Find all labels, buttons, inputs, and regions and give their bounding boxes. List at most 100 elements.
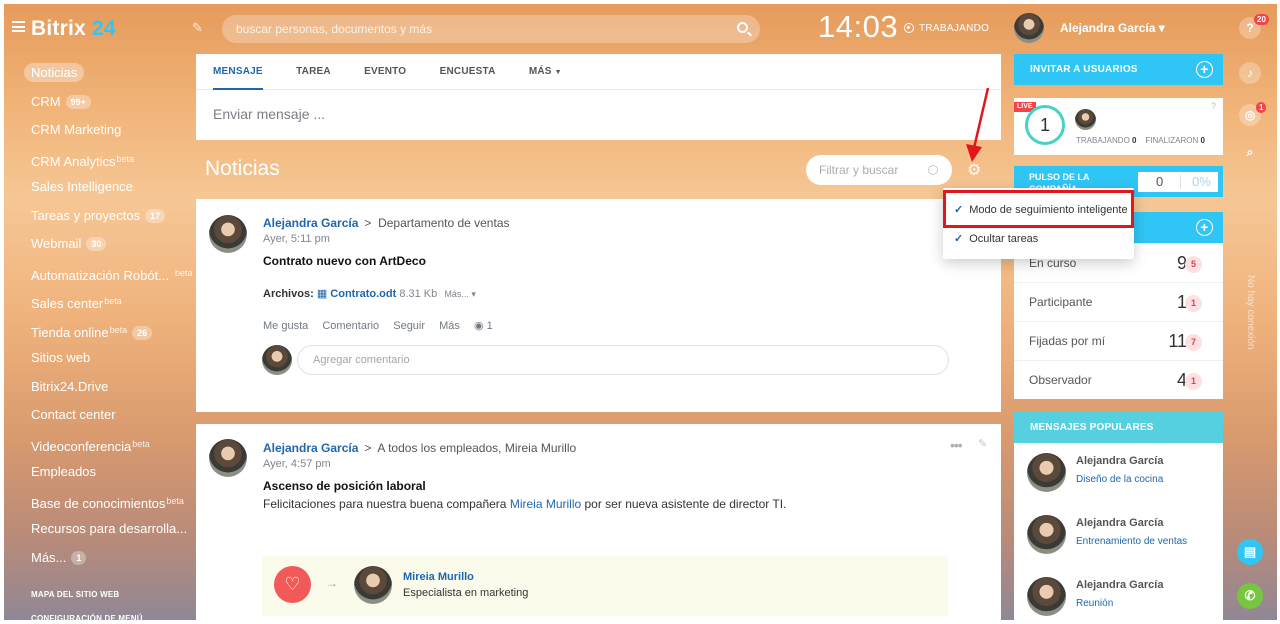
file-link[interactable]: Contrato.odt (330, 288, 396, 300)
heart-icon: ♡ (274, 566, 311, 603)
recipient-avatar[interactable] (354, 566, 392, 604)
help-icon[interactable]: ? (1211, 101, 1216, 111)
message-input[interactable]: Enviar mensaje ... (196, 90, 1001, 138)
edit-icon[interactable]: ✎ (192, 20, 203, 36)
post-date: Ayer, 4:57 pm (263, 458, 331, 470)
popular-item[interactable]: Alejandra García Diseño de la cocina (1014, 443, 1223, 505)
menu-item-empleados[interactable]: Empleados (24, 458, 194, 487)
menu-item-tienda[interactable]: Tienda onlinebeta 26 (24, 316, 194, 345)
menu-item-automatizacion[interactable]: Automatización Robót... beta (24, 259, 194, 288)
post-destination: > A todos los empleados, Mireia Murillo (364, 441, 577, 455)
live-counter[interactable]: 1 (1025, 105, 1065, 145)
post-author[interactable]: Alejandra García > Departamento de ventas (263, 216, 510, 230)
chat-badge: 1 (1256, 102, 1267, 113)
tab-tarea[interactable]: TAREA (296, 54, 331, 90)
menu-item-videoconferencia[interactable]: Videoconferenciabeta (24, 430, 194, 459)
menu-item-sales-intelligence[interactable]: Sales Intelligence (24, 173, 194, 202)
working-stats: TRABAJANDO 0 FINALIZARON 0 (1076, 136, 1205, 145)
task-row-observador[interactable]: Observador 4 1 (1014, 360, 1223, 399)
follow-button[interactable]: Seguir (393, 320, 425, 332)
post-files: Archivos: ▦ Contrato.odt 8.31 Kb Más... … (263, 288, 476, 300)
document-icon[interactable]: ▤ (1237, 539, 1263, 565)
popular-header: MENSAJES POPULARES (1014, 412, 1223, 443)
counter-badge: 30 (86, 237, 107, 251)
feed-post: Alejandra García > Departamento de ventas… (196, 199, 1001, 412)
task-row-fijadas[interactable]: Fijadas por mí 11 7 (1014, 321, 1223, 360)
menu-item-sitios[interactable]: Sitios web (24, 344, 194, 373)
menu-item-recursos[interactable]: Recursos para desarrolla... (24, 515, 194, 544)
menu-icon[interactable] (12, 21, 25, 32)
file-icon: ▦ (316, 288, 328, 300)
popular-item[interactable]: Alejandra García Entrenamiento de ventas (1014, 505, 1223, 567)
more-button[interactable]: Más (439, 320, 460, 332)
menu-item-mas[interactable]: Más... 1 (24, 544, 194, 573)
menu-item-crm-analytics[interactable]: CRM Analyticsbeta (24, 145, 194, 174)
menu-item-drive[interactable]: Bitrix24.Drive (24, 373, 194, 402)
arrow-right-icon: → (326, 576, 338, 590)
gratitude-block: ♡ → Mireia Murillo Especialista en marke… (262, 556, 948, 616)
menu-config-link[interactable]: CONFIGURACIÓN DE MENÚ (31, 614, 143, 623)
post-composer: MENSAJE TAREA EVENTO ENCUESTA MÁS ▼ Envi… (196, 54, 1001, 140)
post-title: Ascenso de posición laboral (263, 479, 426, 493)
logo[interactable]: Bitrix 24 (31, 17, 116, 41)
tab-mas[interactable]: MÁS ▼ (529, 54, 562, 91)
counter-badge: 1 (71, 550, 87, 565)
user-avatar[interactable] (1014, 13, 1044, 43)
sitemap-link[interactable]: MAPA DEL SITIO WEB (31, 590, 119, 599)
highlight-box (943, 190, 1134, 228)
pin-icon[interactable]: ✎ (978, 437, 987, 450)
menu-item-webmail[interactable]: Webmail 30 (24, 230, 194, 259)
search-icon[interactable] (737, 22, 748, 33)
search-placeholder: buscar personas, documentos y más (236, 22, 433, 36)
tab-mensaje[interactable]: MENSAJE (213, 54, 263, 90)
search-input[interactable]: buscar personas, documentos y más (222, 15, 760, 43)
composer-tabs: MENSAJE TAREA EVENTO ENCUESTA MÁS ▼ (196, 54, 1001, 90)
counter-badge: 26 (132, 325, 153, 340)
post-destination: > Departamento de ventas (364, 216, 510, 230)
comment-button[interactable]: Comentario (322, 320, 379, 332)
recipient-name[interactable]: Mireia Murillo (403, 571, 474, 583)
popular-item[interactable]: Alejandra García Reunión (1014, 567, 1223, 624)
popular-panel: MENSAJES POPULARES Alejandra García Diseñ… (1014, 412, 1223, 624)
plus-icon[interactable]: + (1196, 219, 1213, 236)
menu-item-sales-center[interactable]: Sales centerbeta (24, 287, 194, 316)
top-bar: Bitrix 24 ✎ buscar personas, documentos … (0, 0, 1280, 56)
bell-icon[interactable]: ♪ (1239, 62, 1261, 84)
author-avatar[interactable] (209, 439, 247, 477)
menu-item-crm[interactable]: CRM 99+ (24, 88, 194, 117)
post-text: Felicitaciones para nuestra buena compañ… (263, 497, 787, 511)
counter-badge: 17 (145, 208, 166, 223)
author-avatar[interactable] (209, 215, 247, 253)
views-count: ◉ 1 (473, 320, 493, 332)
page-title: Noticias (205, 157, 280, 180)
work-status[interactable]: TRABAJANDO (904, 23, 989, 34)
user-menu[interactable]: Alejandra García ▾ (1060, 21, 1165, 35)
post-author[interactable]: Alejandra García > A todos los empleados,… (263, 441, 576, 455)
annotation-arrow-icon (966, 87, 990, 162)
like-button[interactable]: Me gusta (263, 320, 308, 332)
popular-avatar (1027, 453, 1066, 492)
counter-badge: 99+ (65, 94, 91, 109)
filter-input[interactable]: Filtrar y buscar (806, 155, 952, 185)
tab-encuesta[interactable]: ENCUESTA (440, 54, 496, 90)
invite-panel: INVITAR A USUARIOS + (1014, 54, 1223, 85)
menu-item-contact-center[interactable]: Contact center (24, 401, 194, 430)
mention-link[interactable]: Mireia Murillo (510, 497, 581, 511)
post-date: Ayer, 5:11 pm (263, 233, 330, 245)
menu-item-noticias[interactable]: Noticias (24, 59, 194, 88)
more-options-icon[interactable]: ••• (950, 437, 963, 453)
clock: 14:03 (818, 9, 899, 44)
menu-item-hide-tasks[interactable]: ✓ Ocultar tareas (954, 232, 1038, 245)
phone-icon[interactable]: ✆ (1237, 583, 1263, 609)
popular-avatar (1027, 577, 1066, 616)
file-more[interactable]: Más... ▾ (444, 289, 476, 299)
task-row-participante[interactable]: Participante 1 1 (1014, 282, 1223, 321)
tab-evento[interactable]: EVENTO (364, 54, 406, 90)
search-rail-icon[interactable]: ⌕ (1239, 141, 1261, 163)
menu-item-crm-marketing[interactable]: CRM Marketing (24, 116, 194, 145)
post-title: Contrato nuevo con ArtDeco (263, 254, 426, 268)
menu-item-tareas[interactable]: Tareas y proyectos 17 (24, 202, 194, 231)
comment-input[interactable]: Agregar comentario (297, 345, 949, 375)
menu-item-base[interactable]: Base de conocimientosbeta (24, 487, 194, 516)
invite-users-button[interactable]: INVITAR A USUARIOS + (1014, 54, 1223, 85)
